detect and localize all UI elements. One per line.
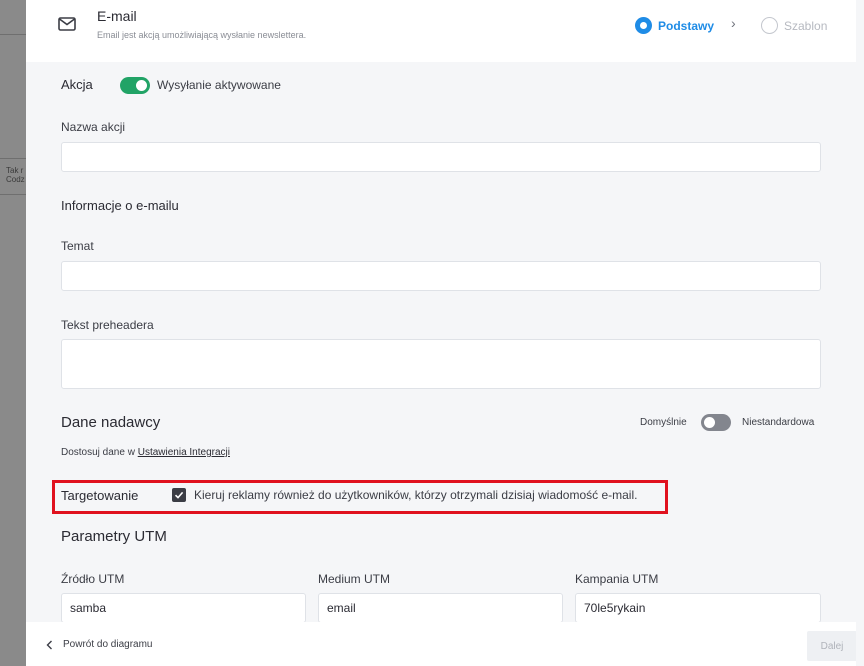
background-text: Tak r	[6, 166, 24, 175]
subject-label: Temat	[61, 239, 94, 253]
targeting-checkbox[interactable]	[172, 488, 186, 502]
subject-input[interactable]	[61, 261, 821, 291]
action-label: Akcja	[61, 77, 93, 92]
background-page: Tak r Codz	[0, 0, 26, 666]
utm-campaign-input[interactable]: 70le5rykain	[575, 593, 821, 623]
form-panel: Akcja Wysyłanie aktywowane Nazwa akcji I…	[26, 62, 856, 623]
utm-heading: Parametry UTM	[61, 528, 167, 545]
drawer-edge	[856, 0, 864, 666]
action-name-input[interactable]	[61, 142, 821, 172]
step-basics-label: Podstawy	[658, 18, 715, 33]
chevron-left-icon	[46, 640, 52, 649]
customize-hint-text: Dostosuj dane w	[61, 447, 138, 458]
email-action-drawer: E-mail Email jest akcją umożliwiającą wy…	[26, 0, 856, 666]
preheader-textarea[interactable]	[61, 339, 821, 389]
drawer-title: E-mail	[97, 8, 137, 24]
background-divider	[0, 158, 26, 159]
action-name-label: Nazwa akcji	[61, 120, 126, 134]
checkmark-icon	[174, 491, 184, 499]
utm-source-label: Źródło UTM	[61, 572, 125, 586]
utm-medium-label: Medium UTM	[318, 572, 391, 586]
step-template-label: Szablon	[784, 18, 828, 33]
preheader-label: Tekst preheadera	[61, 318, 154, 332]
utm-campaign-label: Kampania UTM	[575, 572, 659, 586]
step-basics[interactable]: Podstawy	[635, 17, 714, 34]
drawer-header: E-mail Email jest akcją umożliwiającą wy…	[26, 0, 856, 62]
mail-icon	[58, 17, 76, 31]
utm-source-input[interactable]: samba	[61, 593, 306, 623]
sender-custom-label: Niestandardowa	[742, 417, 815, 428]
sending-active-label: Wysyłanie aktywowane	[157, 78, 281, 92]
targeting-label: Targetowanie	[61, 488, 139, 503]
step-active-radio-icon	[635, 17, 652, 34]
customize-hint: Dostosuj dane w Ustawienia Integracji	[61, 447, 230, 458]
drawer-footer: Powrót do diagramu Dalej	[26, 622, 856, 666]
targeting-checkbox-label: Kieruj reklamy również do użytkowników, …	[194, 488, 638, 502]
drawer-subtitle: Email jest akcją umożliwiającą wysłanie …	[97, 30, 307, 40]
background-text: Codz	[6, 175, 25, 184]
sender-default-label: Domyślnie	[640, 417, 687, 428]
background-divider	[0, 34, 26, 35]
back-to-diagram-label: Powrót do diagramu	[63, 639, 153, 650]
step-inactive-radio-icon	[761, 17, 778, 34]
sending-active-toggle[interactable]	[120, 77, 150, 94]
email-info-heading: Informacje o e-mailu	[61, 198, 179, 213]
integration-settings-link[interactable]: Ustawienia Integracji	[138, 447, 230, 458]
back-to-diagram-button[interactable]: Powrót do diagramu	[46, 639, 153, 650]
step-template[interactable]: Szablon	[761, 17, 827, 34]
sender-mode-toggle[interactable]	[701, 414, 731, 431]
utm-medium-input[interactable]: email	[318, 593, 563, 623]
chevron-right-icon: ›	[731, 15, 736, 31]
sender-heading: Dane nadawcy	[61, 414, 161, 431]
next-button[interactable]: Dalej	[807, 631, 856, 661]
background-divider	[0, 194, 26, 195]
